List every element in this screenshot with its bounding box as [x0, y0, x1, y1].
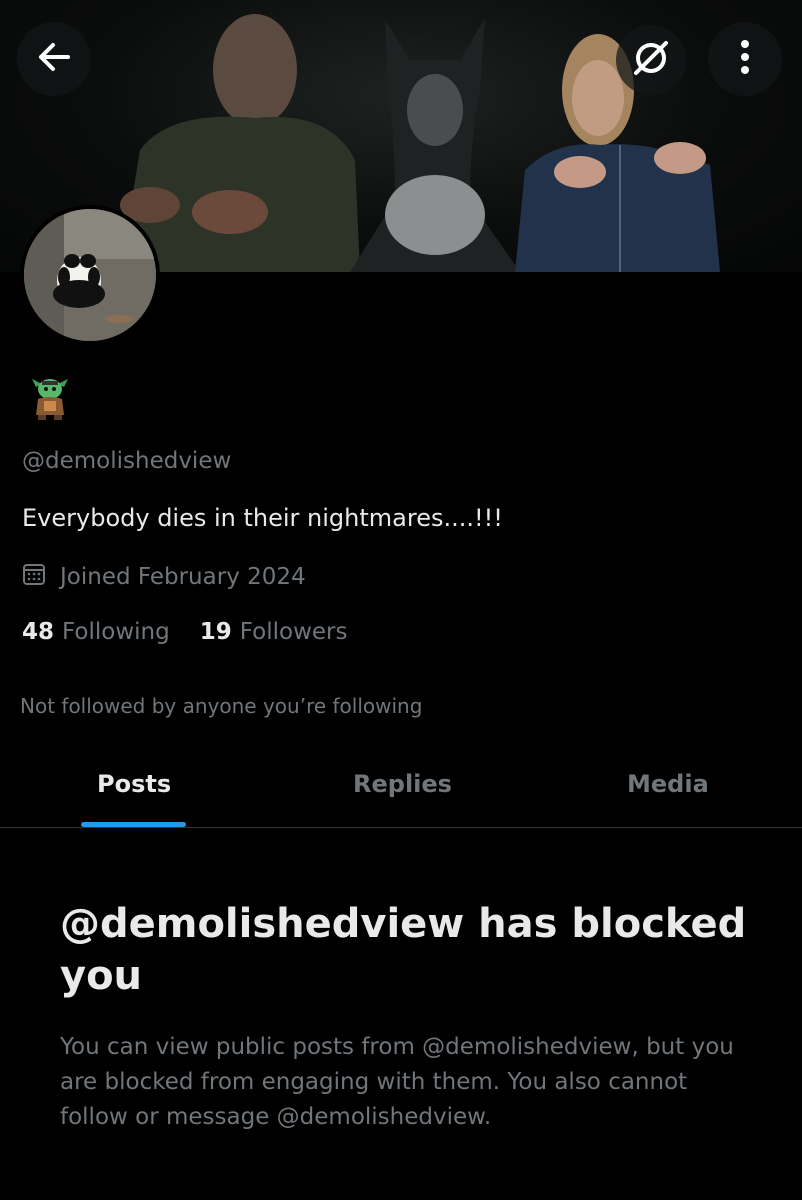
more-options-button[interactable]: [708, 22, 782, 96]
not-followed-note: Not followed by anyone you’re following: [20, 694, 423, 718]
more-vertical-icon: [740, 39, 750, 79]
follow-stats: 48 Following 19 Followers: [22, 619, 347, 645]
following-link[interactable]: 48 Following: [22, 619, 170, 645]
joined-text: Joined February 2024: [60, 564, 306, 590]
active-tab-indicator: [81, 822, 186, 827]
tab-media[interactable]: Media: [627, 770, 709, 798]
back-button[interactable]: [17, 22, 91, 96]
followers-count: 19: [199, 619, 232, 645]
joined-date: Joined February 2024: [22, 562, 306, 592]
blocked-description: You can view public posts from @demolish…: [60, 1034, 734, 1130]
avatar[interactable]: [20, 205, 160, 345]
following-count: 48: [22, 619, 55, 645]
calendar-icon: [22, 562, 46, 592]
following-label: Following: [62, 619, 170, 645]
grok-icon: [631, 38, 671, 82]
blocked-title: @demolishedview has blocked you: [60, 901, 747, 999]
profile-tabs: Posts Replies Media: [0, 740, 802, 828]
followers-link[interactable]: 19 Followers: [200, 619, 348, 645]
tab-replies[interactable]: Replies: [353, 770, 452, 798]
tab-posts[interactable]: Posts: [97, 770, 171, 798]
profile-bio: Everybody dies in their nightmares....!!…: [22, 504, 503, 532]
arrow-left-icon: [37, 42, 71, 76]
grok-button[interactable]: [616, 25, 686, 95]
profile-handle: @demolishedview: [22, 448, 232, 474]
display-name-emoji-icon: [28, 375, 72, 421]
followers-label: Followers: [239, 619, 348, 645]
